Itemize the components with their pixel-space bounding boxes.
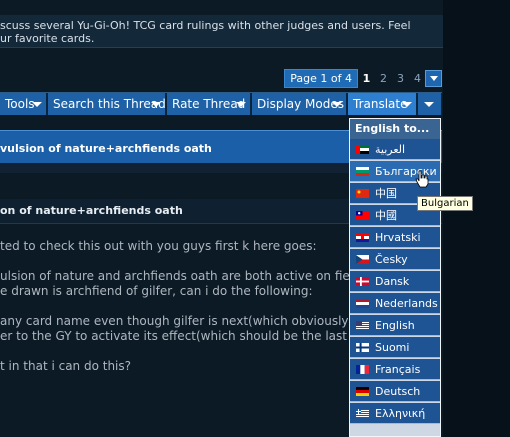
language-finnish[interactable]: Suomi	[350, 337, 440, 358]
language-german[interactable]: Deutsch	[350, 381, 440, 402]
display-modes-label: Display Modes	[257, 97, 344, 111]
search-thread-label: Search this Thread	[53, 97, 166, 111]
post-line: er to the GY to activate its effect(whic…	[0, 329, 375, 343]
pagination: Page 1 of 4 1 2 3 4 ›	[284, 69, 443, 88]
flag-dk-icon	[356, 277, 369, 286]
rate-thread-button[interactable]: Rate Thread	[167, 93, 251, 115]
post-line	[0, 254, 350, 269]
language-label: Dansk	[375, 275, 410, 288]
post-line: ulsion of nature and archfiends oath are…	[0, 269, 372, 283]
language-tooltip: Bulgarian	[417, 196, 473, 211]
flag-gr-icon	[356, 409, 369, 418]
translate-dropdown-header: English to...	[350, 119, 440, 139]
pagination-menu-button[interactable]	[425, 70, 442, 87]
chevron-down-icon	[151, 102, 161, 107]
language-label: Deutsch	[375, 385, 421, 398]
flag-hr-icon	[356, 233, 369, 242]
hand-cursor-icon	[415, 170, 429, 188]
forum-description-line-2: ur favorite cards.	[0, 32, 95, 45]
language-label: Suomi	[375, 341, 410, 354]
language-dutch[interactable]: Nederlands	[350, 293, 440, 314]
chevron-down-icon	[332, 102, 342, 107]
language-label: العربية	[375, 143, 406, 156]
post-line: any card name even though gilfer is next…	[0, 314, 375, 328]
language-french[interactable]: Français	[350, 359, 440, 380]
language-label: Hrvatski	[375, 231, 421, 244]
post-line: t in that i can do this?	[0, 359, 132, 373]
right-margin	[443, 0, 510, 437]
language-label: Ελληνική	[375, 407, 426, 420]
tools-label: Tools	[5, 97, 35, 111]
flag-bg-icon	[356, 167, 369, 176]
tools-menu-button[interactable]: Tools	[0, 93, 47, 115]
flag-de-icon	[356, 387, 369, 396]
translate-dropdown: English to... العربية Български 中国 中國 Hr…	[349, 118, 441, 437]
flag-fr-icon	[356, 365, 369, 374]
flag-nl-icon	[356, 299, 369, 308]
page-1-link[interactable]: 1	[358, 70, 375, 87]
page-label[interactable]: Page 1 of 4	[284, 69, 358, 88]
page-4-link[interactable]: 4	[409, 70, 426, 87]
language-croatian[interactable]: Hrvatski	[350, 227, 440, 248]
flag-cn-icon	[356, 189, 369, 198]
language-label: 中国	[375, 187, 397, 200]
language-czech[interactable]: Česky	[350, 249, 440, 270]
language-arabic[interactable]: العربية	[350, 139, 440, 160]
flag-tw-icon	[356, 211, 369, 220]
post-body: ted to check this out with you guys firs…	[0, 239, 375, 374]
translate-button[interactable]: Translate	[348, 93, 417, 115]
forum-description-line-1: scuss several Yu-Gi-Oh! TCG card rulings…	[0, 19, 411, 32]
language-greek[interactable]: Ελληνική	[350, 403, 440, 424]
page-3-link[interactable]: 3	[392, 70, 409, 87]
toolbar-extra-menu-button[interactable]	[418, 93, 442, 115]
translate-label: Translate	[353, 97, 408, 111]
language-label: English	[375, 319, 415, 332]
flag-cz-icon	[356, 255, 369, 264]
language-danish[interactable]: Dansk	[350, 271, 440, 292]
language-label: 中國	[375, 209, 397, 222]
flag-us-icon	[356, 321, 369, 330]
flag-fi-icon	[356, 343, 369, 352]
language-label: Français	[375, 363, 421, 376]
language-label: Nederlands	[375, 297, 438, 310]
display-modes-button[interactable]: Display Modes	[252, 93, 347, 115]
chevron-down-icon	[424, 102, 434, 107]
thread-toolbar: Tools Search this Thread Rate Thread Dis…	[0, 92, 442, 115]
post-line: e drawn is archfiend of gilfer, can i do…	[0, 284, 313, 298]
language-english[interactable]: English	[350, 315, 440, 336]
forum-description: scuss several Yu-Gi-Oh! TCG card rulings…	[0, 15, 443, 48]
flag-ae-icon	[356, 145, 369, 154]
post-line: ted to check this out with you guys firs…	[0, 239, 317, 253]
search-thread-button[interactable]: Search this Thread	[48, 93, 166, 115]
post-line	[0, 299, 350, 314]
chevron-down-icon	[32, 102, 42, 107]
chevron-down-icon	[402, 102, 412, 107]
language-label: Česky	[375, 253, 408, 266]
rate-thread-label: Rate Thread	[172, 97, 246, 111]
page-2-link[interactable]: 2	[375, 70, 392, 87]
post-line	[0, 344, 350, 359]
chevron-down-icon	[236, 102, 246, 107]
thread-title: vulsion of nature+archfiends oath	[0, 142, 212, 155]
post-title: on of nature+archfiends oath	[0, 204, 183, 217]
